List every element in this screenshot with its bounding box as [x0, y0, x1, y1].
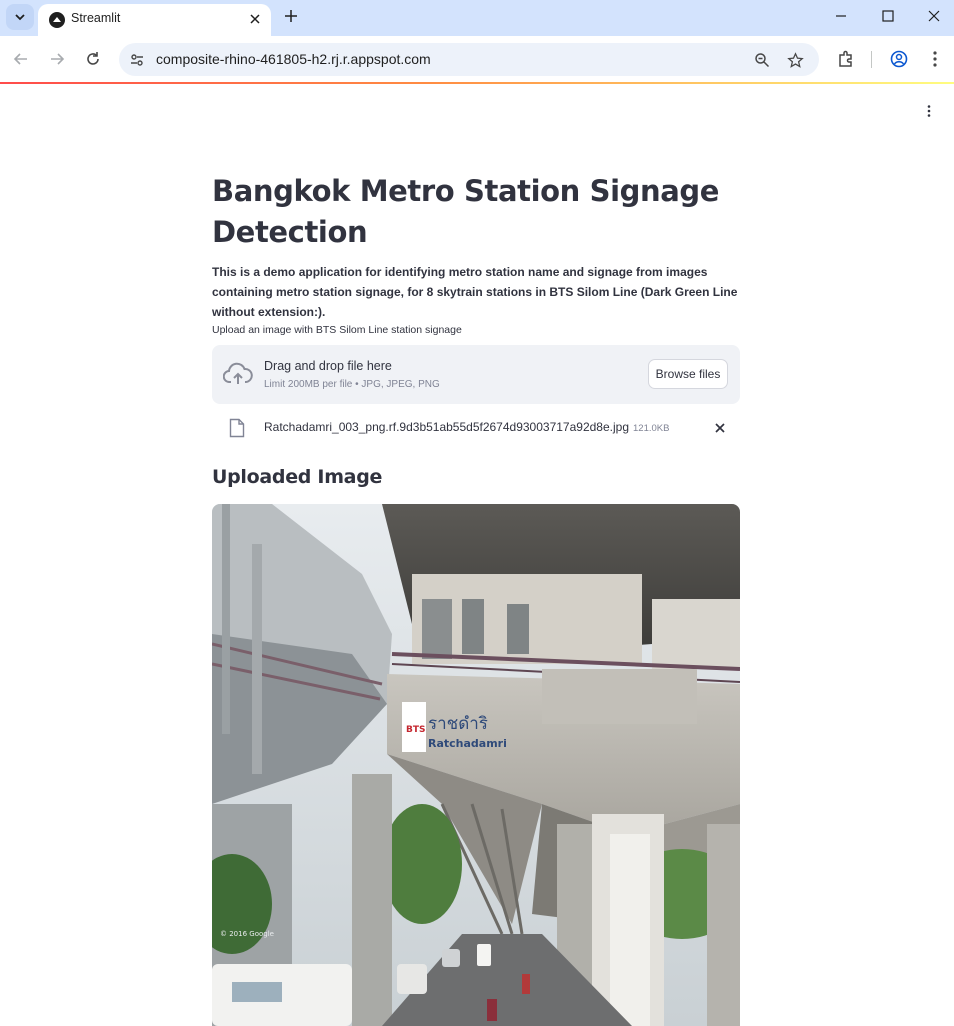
streamlit-favicon-icon: [49, 12, 65, 28]
site-info-icon[interactable]: [127, 50, 147, 70]
app-menu-button[interactable]: [919, 101, 939, 121]
plus-icon: [285, 10, 297, 22]
dropzone-limit: Limit 200MB per file • JPG, JPEG, PNG: [264, 379, 440, 390]
cloud-upload-icon: [223, 362, 253, 384]
more-vert-icon: [927, 105, 931, 117]
file-name-text: Ratchadamri_003_png.rf.9d3b51ab55d5f2674…: [264, 420, 629, 434]
url-text[interactable]: composite-rhino-461805-h2.rj.r.appspot.c…: [156, 51, 431, 67]
close-icon: [715, 423, 725, 433]
browser-tab[interactable]: Streamlit: [38, 4, 271, 36]
browser-toolbar: composite-rhino-461805-h2.rj.r.appspot.c…: [0, 36, 954, 83]
minimize-icon: [836, 15, 846, 17]
tab-bar: Streamlit: [0, 0, 954, 36]
more-vert-icon[interactable]: [923, 47, 947, 71]
maximize-icon: [882, 10, 894, 22]
sign-logo: BTS: [406, 725, 425, 735]
uploaded-image: BTS ราชดำริ Ratchadamri © 2016 Google: [212, 504, 740, 1026]
profile-icon[interactable]: [887, 47, 911, 71]
file-icon: [229, 418, 245, 438]
close-window-button[interactable]: [920, 3, 948, 29]
file-dropzone[interactable]: Drag and drop file here Limit 200MB per …: [212, 345, 740, 404]
uploaded-file-name: Ratchadamri_003_png.rf.9d3b51ab55d5f2674…: [264, 420, 669, 434]
close-tab-button[interactable]: [246, 10, 264, 28]
back-button[interactable]: [8, 46, 34, 72]
forward-button[interactable]: [44, 46, 70, 72]
app-description: This is a demo application for identifyi…: [212, 265, 738, 319]
browse-files-button[interactable]: Browse files: [648, 359, 728, 389]
address-bar[interactable]: composite-rhino-461805-h2.rj.r.appspot.c…: [119, 43, 819, 76]
close-window-icon: [928, 10, 940, 22]
image-watermark: © 2016 Google: [220, 930, 274, 938]
reload-icon: [87, 52, 99, 65]
uploader-label: Upload an image with BTS Silom Line stat…: [212, 324, 462, 336]
sign-thai: ราชดำริ: [428, 714, 488, 734]
uploaded-file-row: Ratchadamri_003_png.rf.9d3b51ab55d5f2674…: [212, 414, 740, 440]
maximize-button[interactable]: [874, 3, 902, 29]
new-tab-button[interactable]: [280, 5, 302, 27]
zoom-icon[interactable]: [752, 50, 772, 70]
app-header-decoration: [0, 82, 954, 84]
close-icon: [250, 14, 260, 24]
uploaded-image-heading: Uploaded Image: [212, 466, 383, 488]
extensions-icon[interactable]: [834, 47, 858, 71]
toolbar-separator: [871, 51, 872, 68]
back-arrow-icon: [13, 53, 27, 65]
dropzone-instructions: Drag and drop file here: [264, 359, 392, 373]
minimize-button[interactable]: [827, 3, 855, 29]
sign-english: Ratchadamri: [428, 737, 507, 750]
star-icon[interactable]: [785, 50, 805, 70]
remove-file-button[interactable]: [712, 420, 728, 436]
file-size: 121.0KB: [633, 423, 670, 434]
reload-button[interactable]: [80, 46, 106, 72]
forward-arrow-icon: [51, 53, 65, 65]
tab-title: Streamlit: [71, 11, 121, 25]
tab-search-button[interactable]: [6, 4, 34, 30]
chevron-down-icon: [15, 14, 25, 21]
page-title: Bangkok Metro Station Signage Detection: [212, 174, 720, 249]
